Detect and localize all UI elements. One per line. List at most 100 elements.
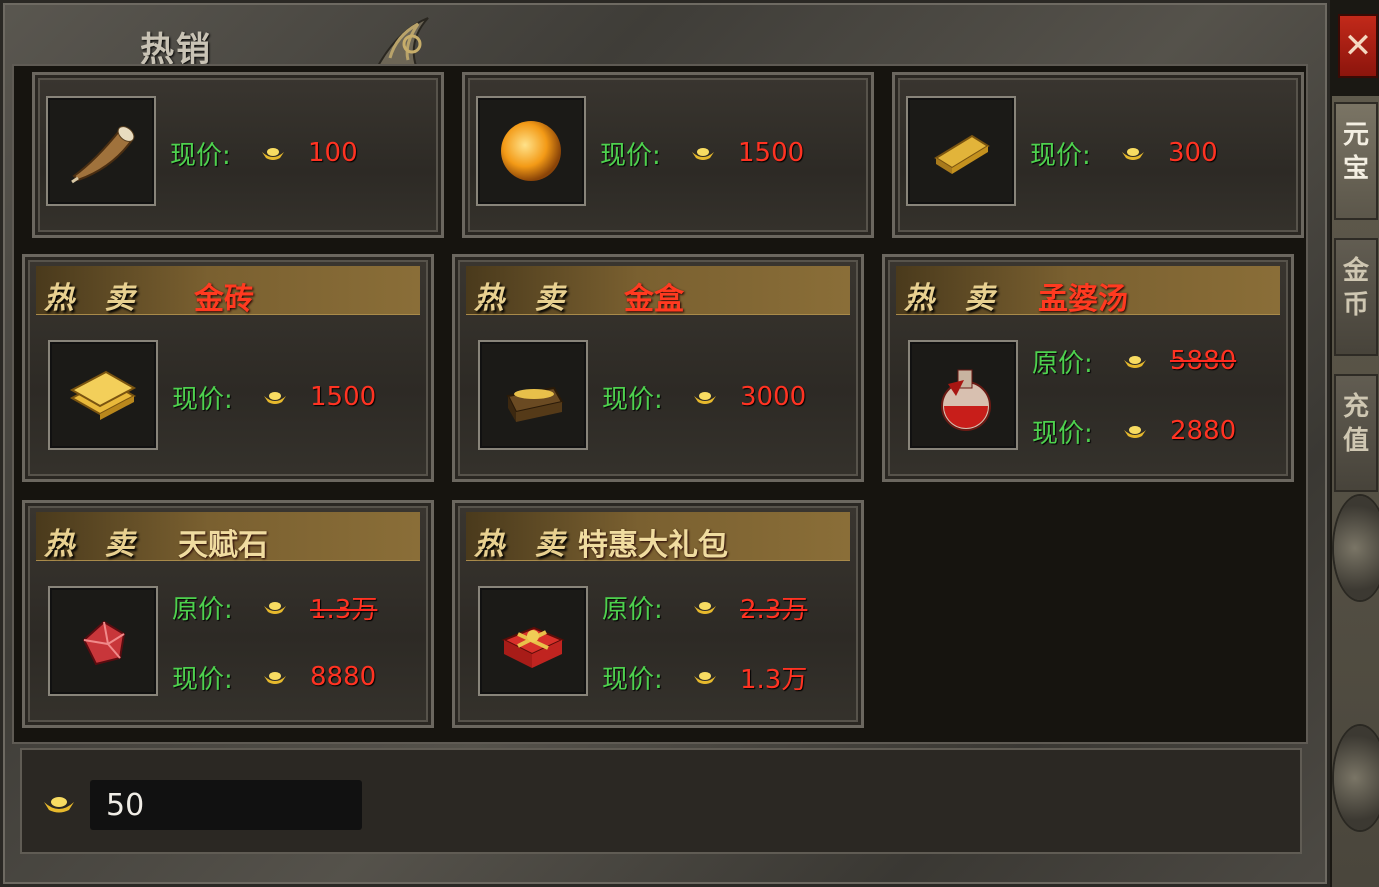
hot-sale-label: 热 卖 [474, 281, 575, 316]
red-gem-icon [82, 620, 126, 666]
current-price-row: 现价: 1500 [172, 380, 377, 415]
gold-ingot-icon [692, 148, 714, 160]
item-slot[interactable] [906, 96, 1016, 206]
item-slot[interactable] [908, 340, 1018, 450]
item-slot[interactable] [46, 96, 156, 206]
current-price-row: 现价: 3000 [602, 380, 807, 415]
current-price-value: 1500 [738, 138, 805, 168]
tab-gold-coin[interactable]: 金 币 [1334, 238, 1378, 356]
original-price-row: 原价: 1.3万 [172, 590, 378, 625]
treasure-chest-icon [506, 386, 564, 422]
current-price-label: 现价: [600, 140, 661, 171]
current-price-value: 1500 [310, 382, 377, 412]
current-price-row: 现价: 1.3万 [602, 660, 808, 695]
shop-item-card[interactable]: 热 卖 天赋石 原价: 1.3万 现价: 8880 [22, 500, 434, 728]
current-price-value: 1.3万 [740, 664, 808, 695]
shop-item-card[interactable]: 热 卖 金盒 现价: 3000 [452, 254, 864, 482]
shop-item-card[interactable]: 现价: 300 [892, 72, 1304, 238]
original-price-label: 原价: [602, 594, 663, 625]
gold-ingot-icon [1122, 148, 1144, 160]
item-name: 天赋石 [178, 528, 268, 563]
gold-ingot-icon [1124, 426, 1146, 438]
shop-item-card[interactable]: 热 卖 孟婆汤 原价: 5880 现价: 2880 [882, 254, 1294, 482]
close-button[interactable]: ✕ [1338, 14, 1378, 78]
shop-window: 热销 现价: 100 现价: 1500 现价: 300 热 卖 金砖 现价: 1… [0, 0, 1330, 887]
item-slot[interactable] [48, 586, 158, 696]
original-price-label: 原价: [1032, 348, 1093, 379]
tab-label: 金 币 [1342, 256, 1369, 320]
original-price-value: 1.3万 [310, 594, 378, 625]
gold-ingot-icon [694, 392, 716, 404]
hot-sale-banner: 热 卖 特惠大礼包 [466, 512, 850, 563]
horn-icon [71, 126, 135, 184]
current-price-value: 100 [308, 138, 358, 168]
balance-bar: 50 [20, 748, 1302, 854]
item-name: 金盒 [624, 282, 684, 317]
shop-item-card[interactable]: 现价: 100 [32, 72, 444, 238]
gold-ingot-icon [694, 672, 716, 684]
current-price-label: 现价: [170, 140, 231, 171]
original-price-value: 2.3万 [740, 594, 808, 625]
current-price-row: 现价: 2880 [1032, 414, 1237, 449]
gift-box-icon [501, 626, 565, 668]
tab-label: 元 宝 [1342, 120, 1369, 184]
balance-display: 50 [90, 780, 362, 830]
tab-yuanbao[interactable]: 元 宝 [1334, 102, 1378, 220]
item-slot[interactable] [478, 586, 588, 696]
hot-sale-label: 热 卖 [904, 281, 1005, 316]
current-price-label: 现价: [172, 664, 233, 695]
balance-value: 50 [106, 788, 145, 823]
current-price-label: 现价: [1030, 140, 1091, 171]
hot-sale-label: 热 卖 [44, 527, 145, 562]
current-price-value: 2880 [1170, 416, 1237, 446]
tab-label: 充 值 [1342, 392, 1369, 456]
item-slot[interactable] [48, 340, 158, 450]
hot-sale-banner: 热 卖 孟婆汤 [896, 266, 1280, 317]
gold-bar-icon [934, 134, 990, 174]
current-price-value: 8880 [310, 662, 377, 692]
hot-sale-label: 热 卖 [474, 527, 575, 562]
current-price-value: 3000 [740, 382, 807, 412]
dragon-ornament-icon [308, 17, 429, 67]
current-price-row: 现价: 8880 [172, 660, 377, 695]
current-price-row: 现价: 100 [170, 136, 358, 171]
gold-ingot-icon [694, 602, 716, 614]
original-price-value: 5880 [1170, 346, 1237, 376]
gold-ingot-icon [44, 797, 74, 813]
hot-sale-banner: 热 卖 金砖 [36, 266, 420, 317]
original-price-label: 原价: [172, 594, 233, 625]
current-price-row: 现价: 1500 [600, 136, 805, 171]
side-orb-icon [1334, 496, 1379, 600]
tab-recharge[interactable]: 充 值 [1334, 374, 1378, 492]
gold-ingot-icon [262, 148, 284, 160]
potion-flask-icon [941, 369, 991, 431]
side-orb-icon [1334, 726, 1379, 830]
item-name: 金砖 [194, 282, 254, 317]
hot-sale-label: 热 卖 [44, 281, 145, 316]
title-bar: 热销 [8, 6, 1324, 70]
current-price-label: 现价: [172, 384, 233, 415]
hot-sale-banner: 热 卖 金盒 [466, 266, 850, 317]
gold-ingot-icon [1124, 356, 1146, 368]
current-price-label: 现价: [602, 384, 663, 415]
item-slot[interactable] [476, 96, 586, 206]
side-tab-bar: 元 宝 金 币 充 值 [1332, 96, 1379, 887]
item-name: 孟婆汤 [1038, 282, 1128, 317]
current-price-value: 300 [1168, 138, 1218, 168]
gold-ingot-icon [264, 392, 286, 404]
current-price-label: 现价: [1032, 418, 1093, 449]
gold-ingot-icon [264, 672, 286, 684]
original-price-row: 原价: 5880 [1032, 344, 1237, 379]
item-slot[interactable] [478, 340, 588, 450]
close-icon: ✕ [1343, 26, 1373, 66]
gold-bricks-icon [69, 370, 137, 420]
shop-item-card[interactable]: 现价: 1500 [462, 72, 874, 238]
amber-orb-icon [501, 121, 561, 181]
shop-item-card[interactable]: 热 卖 特惠大礼包 原价: 2.3万 现价: 1.3万 [452, 500, 864, 728]
hot-sale-banner: 热 卖 天赋石 [36, 512, 420, 563]
shop-item-card[interactable]: 热 卖 金砖 现价: 1500 [22, 254, 434, 482]
gold-ingot-icon [264, 602, 286, 614]
item-grid: 现价: 100 现价: 1500 现价: 300 热 卖 金砖 现价: 1500… [12, 64, 1308, 744]
current-price-row: 现价: 300 [1030, 136, 1218, 171]
current-price-label: 现价: [602, 664, 663, 695]
